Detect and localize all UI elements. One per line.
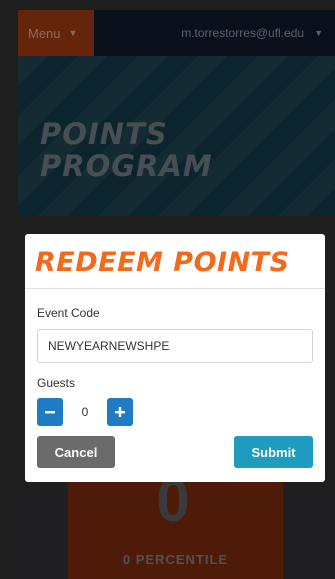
- cancel-button[interactable]: Cancel: [37, 436, 115, 468]
- event-code-input[interactable]: [37, 329, 313, 363]
- guests-count: 0: [81, 405, 89, 419]
- modal-divider: [25, 288, 325, 289]
- redeem-points-modal: REDEEM POINTS Event Code Guests 0 Cancel…: [25, 234, 325, 482]
- event-code-label: Event Code: [37, 306, 100, 320]
- guests-label: Guests: [37, 376, 76, 390]
- decrement-button[interactable]: [37, 398, 63, 426]
- modal-title: REDEEM POINTS: [35, 247, 290, 278]
- minus-icon: [45, 411, 55, 414]
- submit-button[interactable]: Submit: [234, 436, 313, 468]
- plus-icon: [115, 407, 125, 417]
- guests-stepper: 0: [37, 398, 133, 426]
- increment-button[interactable]: [107, 398, 133, 426]
